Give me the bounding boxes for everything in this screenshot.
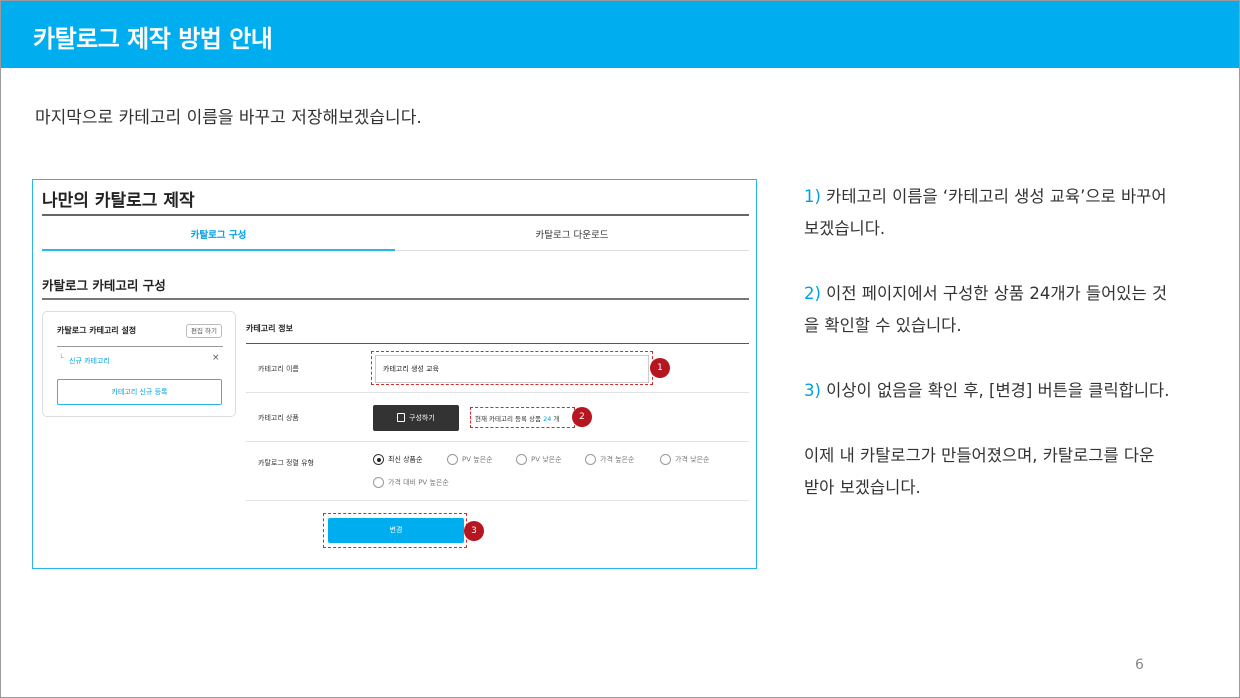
title-divider [42,214,749,216]
category-settings-title: 카탈로그 카테고리 설정 [57,326,137,335]
step-final: 이제 내 카탈로그가 만들어졌으며, 카탈로그를 다운 받아 보겠습니다. [804,446,1155,497]
category-info-title: 카테고리 정보 [246,324,293,333]
radio-icon [373,454,384,465]
highlight-box-3 [323,513,467,548]
step-badge-2: 2 [572,407,592,427]
intro-text: 마지막으로 카테고리 이름을 바꾸고 저장해보겠습니다. [35,108,422,128]
sort-option-pv-high[interactable]: PV 높은순 [447,454,493,465]
step-badge-1: 1 [650,358,670,378]
row-divider [246,500,749,501]
category-product-label: 카테고리 상품 [258,414,299,422]
tree-branch-icon: └ [59,354,64,362]
step-3: 3) 이상이 없음을 확인 후, [변경] 버튼을 클릭합니다. [804,381,1170,400]
tab-catalog-download[interactable]: 카탈로그 다운로드 [395,227,749,241]
sort-option-value-pv[interactable]: 가격 대비 PV 높은순 [373,477,449,488]
catalog-screenshot-panel: 나만의 카탈로그 제작 카탈로그 구성 카탈로그 다운로드 카탈로그 카테고리 … [32,179,757,569]
sort-type-label: 카탈로그 정렬 유형 [258,459,314,467]
catalog-maker-title: 나만의 카탈로그 제작 [42,191,195,211]
section-divider [42,298,749,300]
close-icon[interactable]: × [212,353,220,363]
step-badge-3: 3 [464,521,484,541]
bag-icon [397,413,405,422]
category-name-label: 카테고리 이름 [258,365,299,373]
step-1: 1) 카테고리 이름을 ‘카테고리 생성 교육’으로 바꾸어 보겠습니다. [804,187,1167,238]
compose-button-label: 구성하기 [409,414,435,422]
radio-icon [585,454,596,465]
category-box-divider [57,346,223,347]
radio-icon [373,477,384,488]
instruction-steps: 1) 카테고리 이름을 ‘카테고리 생성 교육’으로 바꾸어 보겠습니다. 2)… [804,181,1174,537]
category-settings-box: 카탈로그 카테고리 설정 편집 하기 └ 신규 카테고리 × 카테고리 신규 등… [42,311,236,417]
highlight-box-2 [470,407,575,428]
section-title: 카탈로그 카테고리 구성 [42,278,166,293]
radio-icon [447,454,458,465]
add-category-button[interactable]: 카테고리 신규 등록 [57,379,222,405]
compose-button[interactable]: 구성하기 [373,405,459,431]
page-title: 카탈로그 제작 방법 안내 [33,25,273,53]
tab-catalog-compose[interactable]: 카탈로그 구성 [42,227,395,241]
category-item-new[interactable]: 신규 카테고리 [69,356,110,366]
step-2: 2) 이전 페이지에서 구성한 상품 24개가 들어있는 것을 확인할 수 있습… [804,284,1168,335]
highlight-box-1 [371,351,653,385]
slide: 카탈로그 제작 방법 안내 마지막으로 카테고리 이름을 바꾸고 저장해보겠습니… [0,0,1240,698]
page-number: 6 [1135,657,1144,673]
radio-icon [516,454,527,465]
active-tab-indicator [42,249,395,251]
edit-button[interactable]: 편집 하기 [186,324,222,338]
tab-baseline [395,250,749,251]
row-divider [246,441,749,442]
sort-option-price-high[interactable]: 가격 높은순 [585,454,634,465]
header-bar: 카탈로그 제작 방법 안내 [1,1,1239,68]
row-divider [246,392,749,393]
radio-icon [660,454,671,465]
sort-option-pv-low[interactable]: PV 낮은순 [516,454,562,465]
sort-option-price-low[interactable]: 가격 낮은순 [660,454,709,465]
sort-option-newest[interactable]: 최신 상품순 [373,454,422,465]
info-divider [246,343,749,344]
